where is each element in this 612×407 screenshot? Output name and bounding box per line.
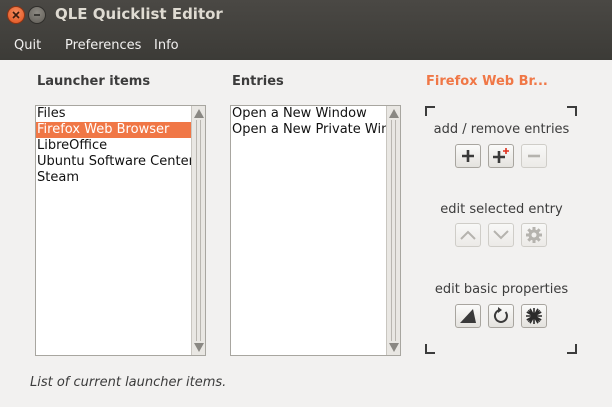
menu-quit[interactable]: Quit bbox=[14, 38, 41, 53]
scroll-down-icon[interactable] bbox=[194, 343, 204, 352]
add-remove-label: add / remove entries bbox=[433, 122, 570, 137]
remove-entry-button[interactable] bbox=[521, 144, 547, 168]
close-window-button[interactable] bbox=[7, 6, 25, 24]
launcher-item-firefox[interactable]: Firefox Web Browser bbox=[36, 122, 191, 138]
chevron-up-icon bbox=[460, 230, 476, 240]
panel-corner bbox=[567, 106, 577, 116]
gear-icon bbox=[526, 227, 542, 243]
move-entry-up-button[interactable] bbox=[455, 223, 481, 247]
panel-corner bbox=[567, 344, 577, 354]
entries-header: Entries bbox=[232, 74, 284, 89]
menu-bar: Quit Preferences Info bbox=[0, 35, 612, 60]
move-entry-down-button[interactable] bbox=[488, 223, 514, 247]
add-sub-entry-button[interactable] bbox=[488, 144, 514, 168]
scroll-down-icon[interactable] bbox=[389, 343, 399, 352]
plus-icon bbox=[462, 150, 474, 162]
refresh-icon bbox=[493, 307, 508, 323]
launcher-item-libreoffice[interactable]: LibreOffice bbox=[36, 138, 191, 154]
scroll-thumb[interactable] bbox=[196, 120, 201, 341]
scroll-up-icon[interactable] bbox=[389, 109, 399, 118]
window-title: QLE Quicklist Editor bbox=[55, 5, 223, 23]
entry-settings-button[interactable] bbox=[521, 223, 547, 247]
entries-list-scrollbar[interactable] bbox=[386, 106, 400, 355]
close-icon bbox=[12, 11, 20, 19]
launcher-list-scrollbar[interactable] bbox=[191, 106, 205, 355]
selected-app-title: Firefox Web Br... bbox=[426, 74, 548, 89]
minus-icon bbox=[528, 154, 540, 158]
launcher-item-files[interactable]: Files bbox=[36, 106, 191, 122]
status-text: List of current launcher items. bbox=[30, 375, 227, 390]
edit-basic-label: edit basic properties bbox=[434, 282, 569, 297]
entry-item[interactable]: Open a New Private Window bbox=[231, 122, 386, 138]
launcher-items-header: Launcher items bbox=[37, 74, 151, 89]
chevron-down-icon bbox=[493, 230, 509, 240]
launcher-icon-button[interactable] bbox=[455, 304, 481, 328]
icon-select-button[interactable] bbox=[521, 304, 547, 328]
launcher-item-steam[interactable]: Steam bbox=[36, 170, 191, 186]
panel-corner bbox=[425, 344, 435, 354]
plus-star-icon bbox=[493, 148, 509, 163]
starburst-icon bbox=[526, 308, 542, 324]
edit-selected-label: edit selected entry bbox=[440, 202, 563, 217]
triangle-icon bbox=[460, 309, 476, 323]
reset-button[interactable] bbox=[488, 304, 514, 328]
entry-item[interactable]: Open a New Window bbox=[231, 106, 386, 122]
minimize-icon bbox=[34, 14, 40, 16]
add-entry-button[interactable] bbox=[455, 144, 481, 168]
menu-info[interactable]: Info bbox=[154, 38, 179, 53]
launcher-item-ubuntu-software-center[interactable]: Ubuntu Software Center bbox=[36, 154, 191, 170]
scroll-up-icon[interactable] bbox=[194, 109, 204, 118]
menu-preferences[interactable]: Preferences bbox=[65, 38, 141, 53]
panel-corner bbox=[425, 106, 435, 116]
scroll-thumb[interactable] bbox=[391, 120, 396, 341]
title-bar: QLE Quicklist Editor Quit Preferences In… bbox=[0, 0, 612, 60]
minimize-window-button[interactable] bbox=[28, 6, 46, 24]
entries-list[interactable]: Open a New Window Open a New Private Win… bbox=[230, 105, 401, 356]
launcher-items-list[interactable]: Files Firefox Web Browser LibreOffice Ub… bbox=[35, 105, 206, 356]
